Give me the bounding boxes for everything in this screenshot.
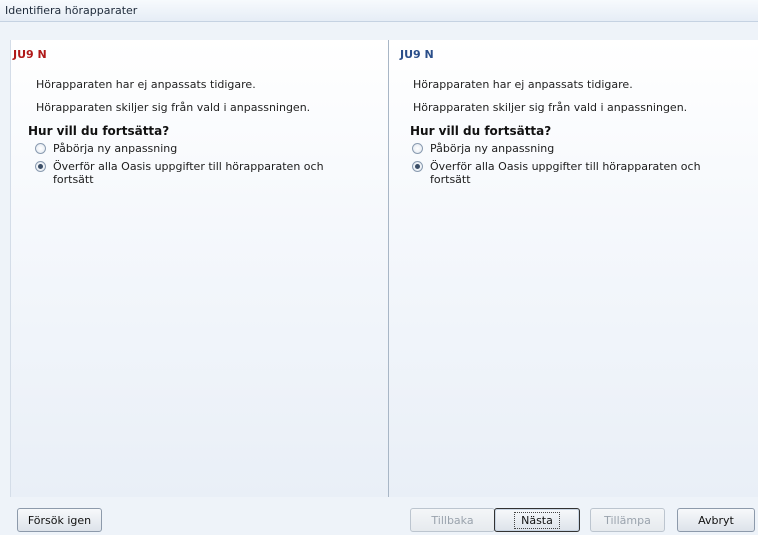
next-button[interactable]: Nästa xyxy=(494,508,580,532)
left-status-text-1: Hörapparaten har ej anpassats tidigare. xyxy=(36,78,256,91)
dialog-window: Identifiera hörapparater JU9 N Hörappara… xyxy=(0,0,758,535)
left-panel-header: JU9 N xyxy=(13,48,47,61)
right-option-new-fitting[interactable]: Påbörja ny anpassning xyxy=(412,142,554,155)
left-radio-transfer[interactable] xyxy=(35,161,46,172)
apply-button[interactable]: Tillämpa xyxy=(590,508,665,532)
title-bar: Identifiera hörapparater xyxy=(0,0,758,22)
right-question: Hur vill du fortsätta? xyxy=(410,124,552,138)
next-button-label: Nästa xyxy=(514,511,560,529)
left-question: Hur vill du fortsätta? xyxy=(28,124,170,138)
left-option-new-fitting-label: Påbörja ny anpassning xyxy=(53,142,178,155)
panel-divider xyxy=(388,40,389,497)
left-panel: JU9 N Hörapparaten har ej anpassats tidi… xyxy=(11,40,389,497)
right-radio-new-fitting[interactable] xyxy=(412,143,423,154)
right-panel-header: JU9 N xyxy=(400,48,434,61)
right-status-text-1: Hörapparaten har ej anpassats tidigare. xyxy=(413,78,633,91)
right-option-transfer-label: Överför alla Oasis uppgifter till hörapp… xyxy=(430,160,701,186)
left-option-transfer-label: Överför alla Oasis uppgifter till hörapp… xyxy=(53,160,324,186)
window-title: Identifiera hörapparater xyxy=(5,4,138,17)
dialog-content: JU9 N Hörapparaten har ej anpassats tidi… xyxy=(10,40,758,497)
right-option-transfer[interactable]: Överför alla Oasis uppgifter till hörapp… xyxy=(412,160,712,186)
right-option-new-fitting-label: Påbörja ny anpassning xyxy=(430,142,555,155)
back-button[interactable]: Tillbaka xyxy=(410,508,495,532)
cancel-button[interactable]: Avbryt xyxy=(677,508,755,532)
left-radio-new-fitting[interactable] xyxy=(35,143,46,154)
retry-button[interactable]: Försök igen xyxy=(17,508,102,532)
right-panel: JU9 N Hörapparaten har ej anpassats tidi… xyxy=(390,40,758,497)
left-option-transfer[interactable]: Överför alla Oasis uppgifter till hörapp… xyxy=(35,160,335,186)
left-option-new-fitting[interactable]: Påbörja ny anpassning xyxy=(35,142,177,155)
left-status-text-2: Hörapparaten skiljer sig från vald i anp… xyxy=(36,101,311,114)
right-radio-transfer[interactable] xyxy=(412,161,423,172)
right-status-text-2: Hörapparaten skiljer sig från vald i anp… xyxy=(413,101,688,114)
